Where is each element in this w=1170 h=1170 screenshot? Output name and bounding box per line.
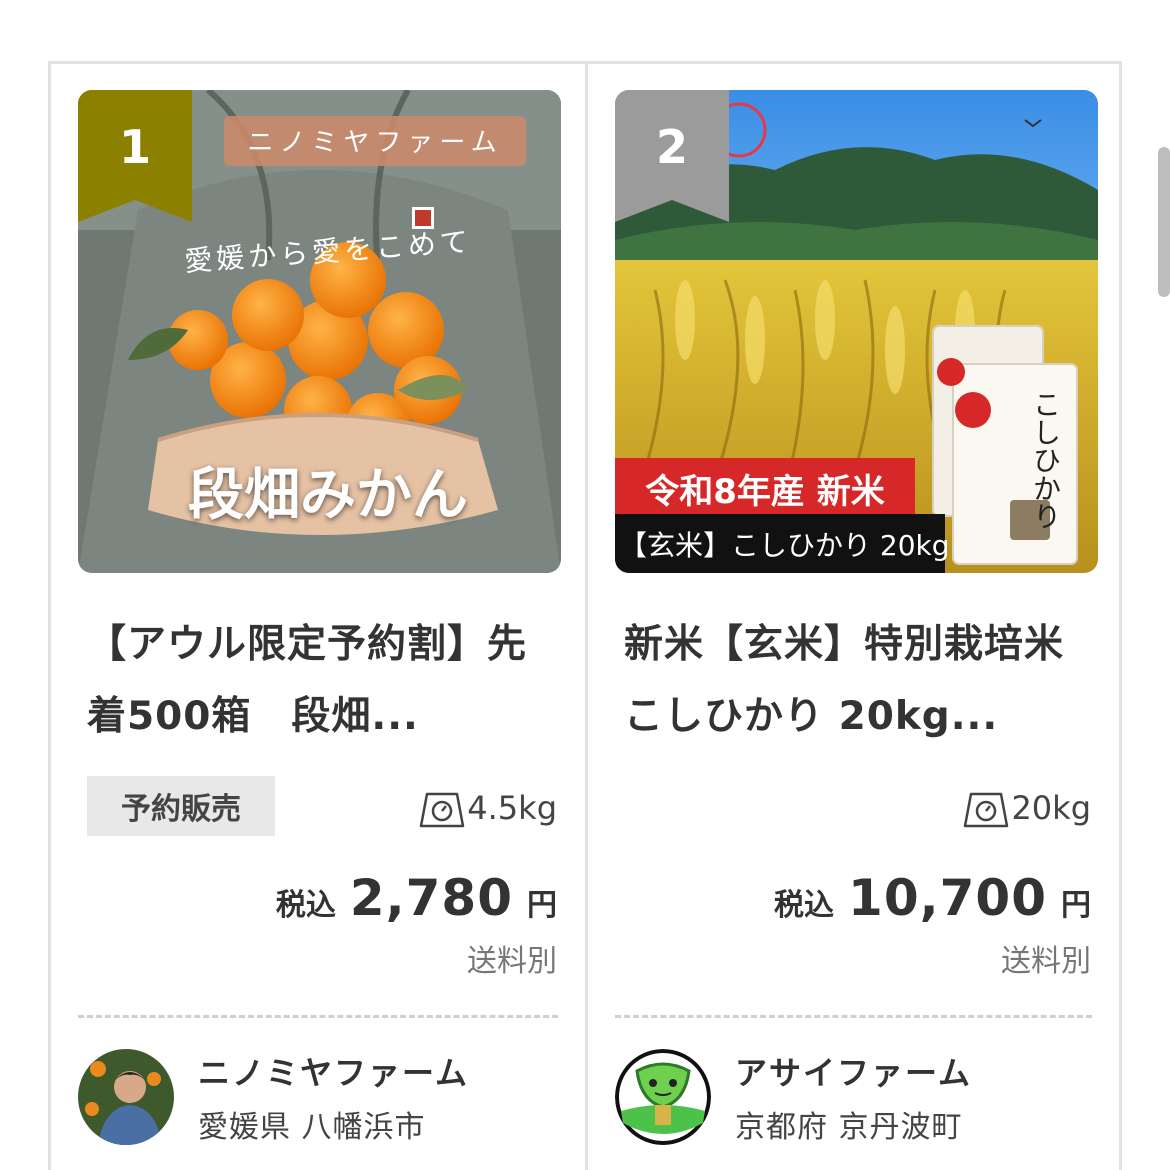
product-card[interactable]: 1 ニノミヤファーム 愛媛から愛をこめて 段畑みかん 【アウル限定予約割】先着5… bbox=[51, 64, 585, 1170]
tax-label: 税込 bbox=[774, 888, 835, 923]
rank-number: 2 bbox=[655, 120, 688, 174]
product-price: 税込 2,780 円 bbox=[276, 869, 557, 927]
scrollbar[interactable] bbox=[1158, 147, 1170, 297]
preorder-badge: 予約販売 bbox=[87, 776, 275, 836]
scale-icon bbox=[964, 792, 1009, 828]
image-harvest-label: 令和8年産 新米 bbox=[645, 472, 885, 512]
image-product-label: 【玄米】こしひかり 20kg bbox=[619, 529, 950, 562]
currency-label: 円 bbox=[527, 888, 557, 923]
shipping-label: 送料別 bbox=[1001, 944, 1091, 979]
seller-info[interactable]: アサイファーム 京都府 京丹波町 bbox=[615, 1048, 972, 1146]
price-amount: 2,780 bbox=[349, 869, 513, 927]
shipping-label: 送料別 bbox=[467, 944, 557, 979]
divider bbox=[615, 1015, 1092, 1018]
currency-label: 円 bbox=[1061, 888, 1091, 923]
image-bag-label: こしひかり bbox=[1029, 390, 1062, 530]
tax-label: 税込 bbox=[275, 888, 336, 923]
weight-value: 4.5kg bbox=[467, 789, 557, 827]
product-price: 税込 10,700 円 bbox=[774, 869, 1091, 927]
product-weight: 4.5kg bbox=[419, 786, 557, 830]
seller-name[interactable]: ニノミヤファーム bbox=[198, 1048, 469, 1094]
product-image[interactable]: 2 令和8年産 新米 【玄米】こしひかり 20kg こしひかり bbox=[615, 90, 1098, 573]
seller-avatar[interactable] bbox=[615, 1049, 711, 1145]
product-grid: 1 ニノミヤファーム 愛媛から愛をこめて 段畑みかん 【アウル限定予約割】先着5… bbox=[48, 61, 1122, 1170]
product-image[interactable]: 1 ニノミヤファーム 愛媛から愛をこめて 段畑みかん bbox=[78, 90, 561, 573]
product-weight: 20kg bbox=[963, 786, 1091, 830]
seller-name[interactable]: アサイファーム bbox=[735, 1048, 972, 1094]
product-title[interactable]: 新米【玄米】特別栽培米こしひかり 20kg... bbox=[624, 609, 1094, 753]
scale-icon bbox=[420, 792, 465, 828]
seller-avatar[interactable] bbox=[78, 1049, 174, 1145]
product-title[interactable]: 【アウル限定予約割】先着500箱 段畑... bbox=[87, 609, 557, 753]
weight-value: 20kg bbox=[1011, 789, 1091, 827]
seller-location: 京都府 京丹波町 bbox=[735, 1110, 963, 1145]
rank-number: 1 bbox=[118, 120, 151, 174]
seller-info[interactable]: ニノミヤファーム 愛媛県 八幡浜市 bbox=[78, 1048, 469, 1146]
image-main-label: 段畑みかん bbox=[188, 462, 468, 528]
product-card[interactable]: 2 令和8年産 新米 【玄米】こしひかり 20kg こしひかり 新米【玄米】特別… bbox=[585, 64, 1119, 1170]
price-amount: 10,700 bbox=[848, 869, 1047, 927]
seller-location: 愛媛県 八幡浜市 bbox=[198, 1110, 426, 1145]
divider bbox=[78, 1015, 558, 1018]
image-farm-banner: ニノミヤファーム bbox=[247, 128, 503, 158]
